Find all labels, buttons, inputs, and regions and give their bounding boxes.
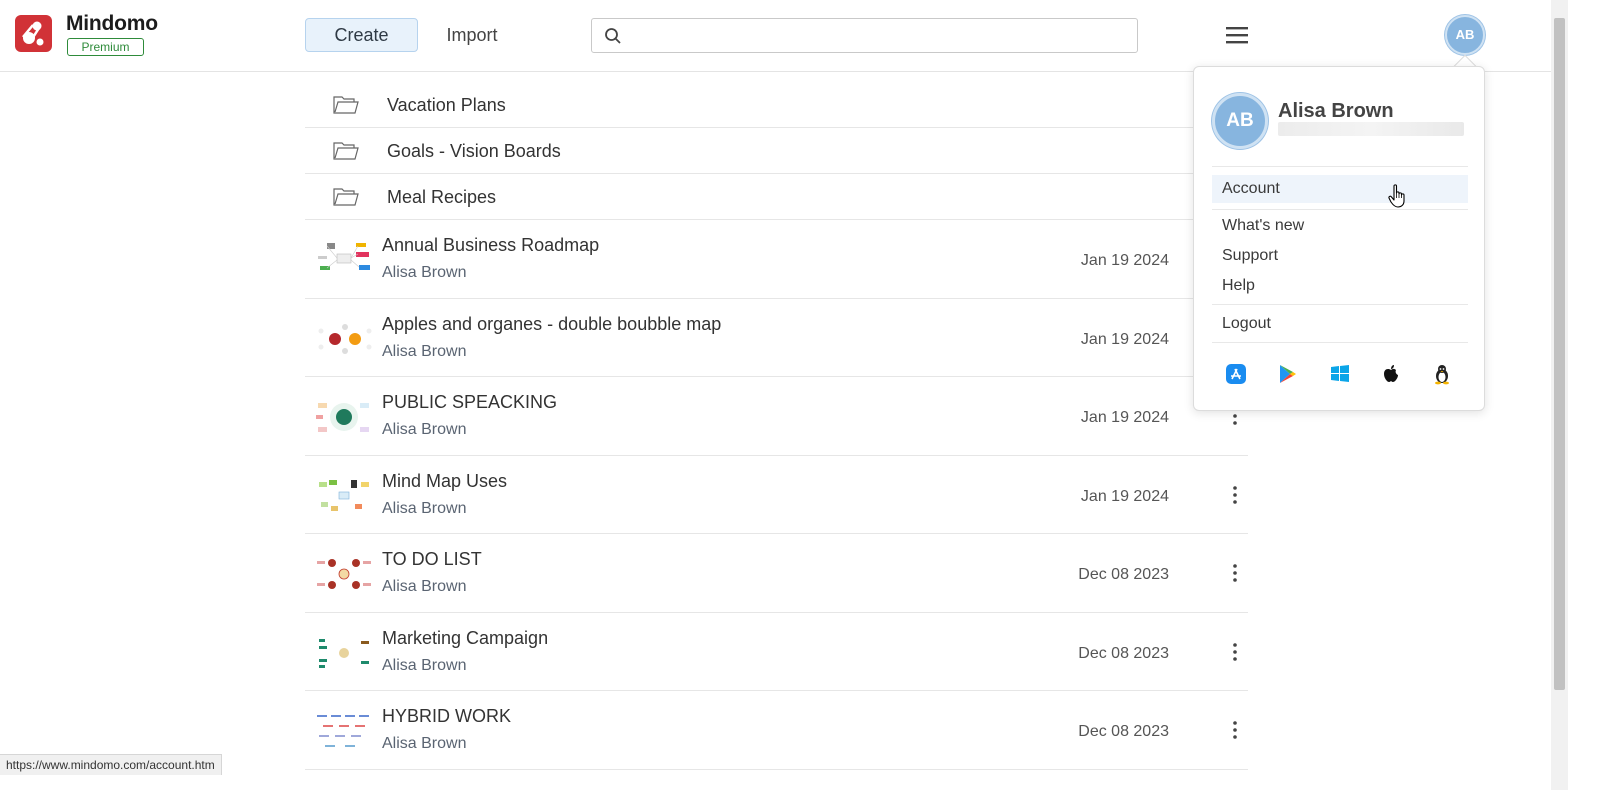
- folder-icon: [333, 96, 359, 114]
- map-date: Dec 08 2023: [1078, 566, 1169, 583]
- windows-icon[interactable]: [1329, 363, 1351, 385]
- map-date: Dec 08 2023: [1078, 644, 1169, 662]
- map-row[interactable]: Apples and organes - double boubble map …: [305, 299, 1248, 377]
- more-options-icon[interactable]: [1230, 485, 1240, 505]
- divider: [1212, 304, 1468, 305]
- folder-name: Vacation Plans: [387, 95, 506, 115]
- apple-icon[interactable]: [1380, 363, 1402, 385]
- divider: [1212, 166, 1468, 167]
- map-owner: Alisa Brown: [382, 342, 467, 360]
- mindomo-logo-icon[interactable]: [15, 15, 52, 52]
- google-play-icon[interactable]: [1276, 363, 1298, 385]
- map-date: Jan 19 2024: [1080, 330, 1169, 348]
- account-dropdown: AB Alisa Brown Account What's new Suppor…: [1193, 66, 1485, 411]
- create-button[interactable]: Create: [305, 18, 418, 52]
- map-date: Dec 08 2023: [1078, 723, 1169, 740]
- map-thumbnail: [317, 715, 369, 747]
- dropdown-avatar: AB: [1212, 93, 1268, 149]
- map-owner: Alisa Brown: [382, 264, 467, 281]
- map-row[interactable]: TO DO LIST Alisa Brown Dec 08 2023: [305, 534, 1248, 613]
- hamburger-menu-icon[interactable]: [1224, 24, 1250, 46]
- app-store-icon[interactable]: [1225, 363, 1247, 385]
- map-owner: Alisa Brown: [382, 578, 467, 595]
- map-thumbnail: [317, 559, 371, 589]
- platform-links: [1212, 363, 1468, 389]
- map-row[interactable]: Marketing Campaign Alisa Brown Dec 08 20…: [305, 613, 1248, 691]
- map-owner: Alisa Brown: [382, 421, 467, 438]
- map-owner: Alisa Brown: [382, 656, 467, 674]
- linux-icon[interactable]: [1431, 363, 1453, 385]
- vertical-scrollbar[interactable]: [1551, 0, 1568, 790]
- search-input[interactable]: [632, 23, 1127, 48]
- map-row[interactable]: PUBLIC SPEACKING Alisa Brown Jan 19 2024: [305, 377, 1248, 456]
- more-options-icon[interactable]: [1230, 642, 1240, 662]
- file-list: Vacation Plans Goals - Vision Boards Mea…: [305, 82, 1248, 770]
- folder-row[interactable]: Vacation Plans: [305, 82, 1248, 128]
- user-name: Alisa Brown: [1278, 100, 1394, 122]
- menu-item-help[interactable]: Help: [1212, 272, 1468, 300]
- divider: [1212, 342, 1468, 343]
- map-thumbnail: [318, 243, 370, 270]
- more-options-icon[interactable]: [1230, 720, 1240, 740]
- menu-item-logout[interactable]: Logout: [1212, 310, 1468, 338]
- map-title: HYBRID WORK: [382, 706, 512, 726]
- more-options-icon[interactable]: [1230, 563, 1240, 583]
- map-thumbnail: [316, 403, 369, 432]
- map-row[interactable]: Mind Map Uses Alisa Brown Jan 19 2024: [305, 456, 1248, 534]
- map-date: Jan 19 2024: [1080, 487, 1169, 505]
- map-title: Mind Map Uses: [382, 470, 508, 491]
- search-box[interactable]: [591, 18, 1138, 53]
- folder-name: Goals - Vision Boards: [387, 141, 561, 161]
- map-date: Jan 19 2024: [1080, 409, 1169, 426]
- brand-name[interactable]: Mindomo: [66, 12, 158, 36]
- folder-row[interactable]: Meal Recipes: [305, 174, 1248, 220]
- folder-icon: [333, 188, 359, 206]
- import-button[interactable]: Import: [430, 18, 514, 52]
- user-email-redacted: [1278, 122, 1464, 136]
- map-row[interactable]: Annual Business Roadmap Alisa Brown Jan …: [305, 220, 1248, 299]
- map-thumbnail: [319, 638, 369, 668]
- premium-badge: Premium: [67, 38, 144, 56]
- top-header: Mindomo Premium Create Import AB: [0, 0, 1568, 72]
- divider: [1212, 209, 1468, 210]
- menu-item-support[interactable]: Support: [1212, 242, 1468, 270]
- map-owner: Alisa Brown: [382, 499, 467, 517]
- hand-cursor-icon: [1388, 184, 1405, 208]
- folder-row[interactable]: Goals - Vision Boards: [305, 128, 1248, 174]
- map-title: Annual Business Roadmap: [382, 235, 600, 255]
- page-margin: [1568, 0, 1598, 790]
- map-title: PUBLIC SPEACKING: [382, 392, 558, 412]
- map-title: Marketing Campaign: [382, 627, 549, 648]
- map-thumbnail: [318, 323, 372, 354]
- scrollbar-thumb[interactable]: [1554, 18, 1565, 690]
- user-avatar-button[interactable]: AB: [1445, 15, 1485, 55]
- folder-name: Meal Recipes: [387, 187, 497, 207]
- map-owner: Alisa Brown: [382, 735, 467, 752]
- map-date: Jan 19 2024: [1080, 252, 1169, 269]
- search-icon: [605, 28, 621, 44]
- map-row[interactable]: HYBRID WORK Alisa Brown Dec 08 2023: [305, 691, 1248, 770]
- menu-item-account[interactable]: Account: [1212, 175, 1468, 203]
- menu-item-whats-new[interactable]: What's new: [1212, 212, 1468, 240]
- map-title: Apples and organes - double boubble map: [382, 313, 722, 334]
- map-thumbnail: [319, 479, 369, 511]
- status-bar-url: https://www.mindomo.com/account.htm: [0, 754, 222, 775]
- folder-icon: [333, 142, 359, 160]
- map-title: TO DO LIST: [382, 549, 482, 569]
